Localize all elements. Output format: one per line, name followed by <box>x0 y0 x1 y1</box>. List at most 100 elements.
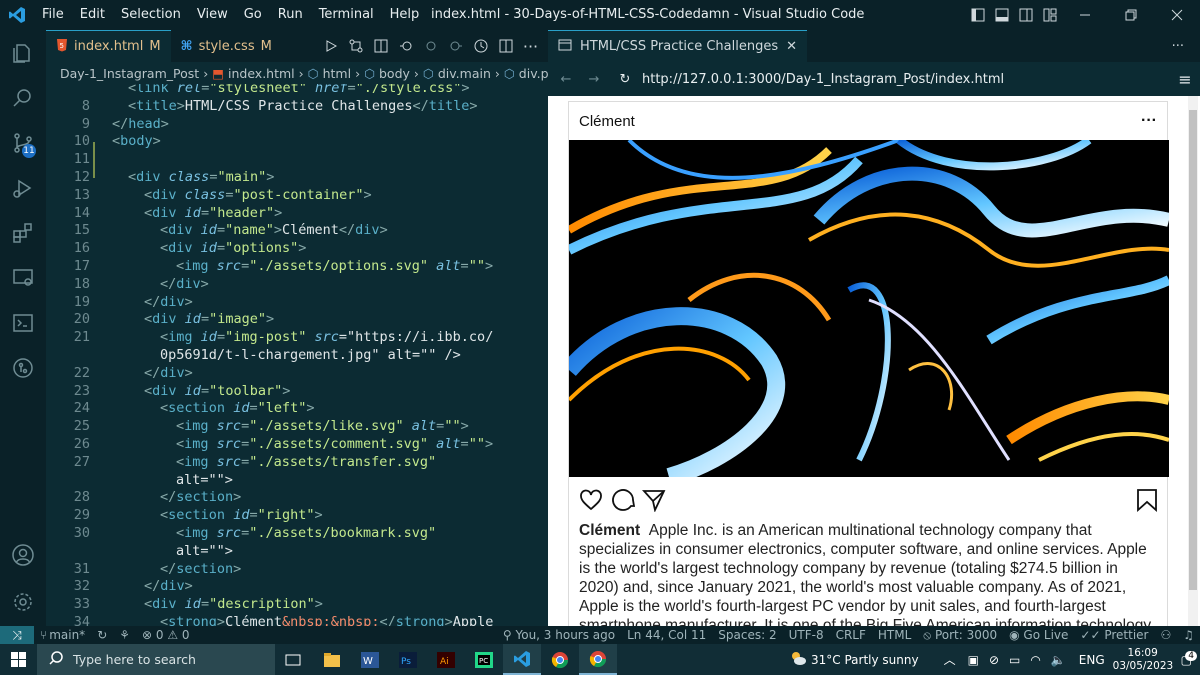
close-window-icon[interactable] <box>1154 9 1200 21</box>
notification-center-icon[interactable]: ▢4 <box>1173 650 1200 667</box>
menu-help[interactable]: Help <box>382 0 428 30</box>
network-off-icon[interactable]: ⊘ <box>984 653 1004 667</box>
breadcrumb-div-post[interactable]: div.post- <box>519 66 548 81</box>
sync-icon[interactable]: ↻ <box>91 628 113 642</box>
feedback-icon[interactable]: ⚇ <box>1154 628 1177 642</box>
breadcrumb-div-main[interactable]: div.main <box>438 66 491 81</box>
tab-index-html[interactable]: 5 index.html M <box>46 30 171 62</box>
code-line[interactable]: 27 <img src="./assets/transfer.svg" <box>46 453 548 471</box>
remote-icon[interactable]: ⤨ <box>0 626 34 644</box>
dot-icon[interactable] <box>422 39 439 53</box>
publish-icon[interactable]: ⚘ <box>113 628 136 642</box>
indentation[interactable]: Spaces: 2 <box>712 628 782 642</box>
timeline-icon[interactable] <box>472 39 489 53</box>
code-line[interactable]: 11 <box>46 150 548 168</box>
tab-style-css[interactable]: ⌘ style.css M <box>171 30 282 62</box>
taskbar-search[interactable]: Type here to search <box>37 644 275 675</box>
code-line[interactable]: alt=""> <box>46 471 548 489</box>
vscode-taskbar-icon[interactable] <box>503 644 541 675</box>
code-line[interactable]: 29 <section id="right"> <box>46 506 548 524</box>
explorer-icon[interactable] <box>0 30 46 75</box>
toggle-secondary-sidebar-icon[interactable] <box>1014 8 1038 22</box>
code-line[interactable]: 32 </div> <box>46 577 548 595</box>
code-line[interactable]: 21 <img id="img-post" src="https://i.ibb.… <box>46 328 548 346</box>
minimize-icon[interactable] <box>1062 9 1108 21</box>
encoding[interactable]: UTF-8 <box>783 628 830 642</box>
menu-run[interactable]: Run <box>270 0 311 30</box>
windows-start-icon[interactable] <box>11 652 26 670</box>
search-icon[interactable] <box>0 75 46 120</box>
forward-arrow-icon[interactable]: → <box>580 72 608 87</box>
menu-terminal[interactable]: Terminal <box>311 0 382 30</box>
bookmark-icon[interactable] <box>1135 488 1159 517</box>
settings-gear-icon[interactable] <box>0 579 46 624</box>
code-line[interactable]: <link rel="stylesheet" href="./style.css… <box>46 84 548 97</box>
go-back-icon[interactable] <box>397 39 414 53</box>
url-field[interactable]: http://127.0.0.1:3000/Day-1_Instagram_Po… <box>642 72 1162 87</box>
code-line[interactable]: 23 <div id="toolbar"> <box>46 382 548 400</box>
code-line[interactable]: 22 </div> <box>46 364 548 382</box>
code-line[interactable]: 15 <div id="name">Clément</div> <box>46 221 548 239</box>
breadcrumb-html[interactable]: html <box>323 66 351 81</box>
illustrator-icon[interactable]: Ai <box>427 644 465 675</box>
more-actions-icon[interactable]: ··· <box>1172 39 1200 54</box>
code-line[interactable]: 30 <img src="./assets/bookmark.svg" <box>46 524 548 542</box>
weather-text[interactable]: 31°C Partly sunny <box>811 653 937 667</box>
weather-icon[interactable] <box>785 650 811 669</box>
code-line[interactable]: 33 <div id="description"> <box>46 595 548 613</box>
git-blame[interactable]: ⚲ You, 3 hours ago <box>497 628 621 642</box>
prettier[interactable]: ✓✓ Prettier <box>1074 628 1154 642</box>
code-line[interactable]: 14 <div id="header"> <box>46 204 548 222</box>
battery-icon[interactable]: ▭ <box>1004 653 1025 667</box>
code-line[interactable]: 18 </div> <box>46 275 548 293</box>
problems-indicator[interactable]: ⊗ 0 ⚠ 0 <box>136 628 196 642</box>
breadcrumb-folder[interactable]: Day-1_Instagram_Post <box>60 66 199 81</box>
volume-icon[interactable]: 🔈 <box>1046 653 1071 667</box>
menu-file[interactable]: File <box>34 0 72 30</box>
code-line[interactable]: 13 <div class="post-container"> <box>46 186 548 204</box>
remote-explorer-icon[interactable] <box>0 255 46 300</box>
comment-icon[interactable] <box>611 488 636 517</box>
code-line[interactable]: 20 <div id="image"> <box>46 310 548 328</box>
code-line[interactable]: 28 </section> <box>46 488 548 506</box>
meet-icon[interactable]: ▣ <box>963 653 984 667</box>
cursor-position[interactable]: Ln 44, Col 11 <box>621 628 712 642</box>
toggle-panel-icon[interactable] <box>990 8 1014 22</box>
live-server-port[interactable]: ⦸ Port: 3000 <box>917 628 1003 643</box>
code-line[interactable]: 26 <img src="./assets/comment.svg" alt=""… <box>46 435 548 453</box>
word-icon[interactable]: W <box>351 644 389 675</box>
menu-view[interactable]: View <box>189 0 236 30</box>
compare-icon[interactable] <box>347 39 364 53</box>
code-line[interactable]: 16 <div id="options"> <box>46 239 548 257</box>
pycharm-icon[interactable]: PC <box>465 644 503 675</box>
clock[interactable]: 16:09 03/05/2023 <box>1113 647 1174 673</box>
code-line[interactable]: 24 <section id="left"> <box>46 399 548 417</box>
run-icon[interactable] <box>322 40 339 52</box>
close-tab-icon[interactable]: ✕ <box>786 39 797 54</box>
menu-icon[interactable]: ≡ <box>1170 70 1200 89</box>
customize-layout-icon[interactable] <box>1038 8 1062 22</box>
code-line[interactable]: 0p5691d/t-l-chargement.jpg" alt="" /> <box>46 346 548 364</box>
line-ending[interactable]: CRLF <box>830 628 872 642</box>
menu-go[interactable]: Go <box>236 0 270 30</box>
run-debug-icon[interactable] <box>0 165 46 210</box>
share-icon[interactable] <box>641 488 666 517</box>
back-arrow-icon[interactable]: ← <box>552 72 580 87</box>
language-mode[interactable]: HTML <box>872 628 917 642</box>
code-line[interactable]: 25 <img src="./assets/like.svg" alt=""> <box>46 417 548 435</box>
input-language[interactable]: ENG <box>1071 653 1113 667</box>
split-editor-icon[interactable] <box>497 39 514 53</box>
wifi-icon[interactable]: ◠ <box>1025 653 1045 667</box>
git-branch[interactable]: main* <box>49 628 91 642</box>
photoshop-icon[interactable]: Ps <box>389 644 427 675</box>
menu-selection[interactable]: Selection <box>113 0 189 30</box>
more-actions-icon[interactable]: ··· <box>522 37 539 56</box>
go-forward-icon[interactable] <box>447 39 464 53</box>
code-line[interactable]: 9 </head> <box>46 115 548 133</box>
tab-preview[interactable]: HTML/CSS Practice Challenges ✕ <box>548 30 807 62</box>
breadcrumb-body[interactable]: body <box>379 66 410 81</box>
refresh-icon[interactable]: ↻ <box>608 72 642 87</box>
code-line[interactable]: alt=""> <box>46 542 548 560</box>
code-line[interactable]: 31 </section> <box>46 560 548 578</box>
notifications-bell-icon[interactable]: ♫ <box>1177 628 1200 642</box>
